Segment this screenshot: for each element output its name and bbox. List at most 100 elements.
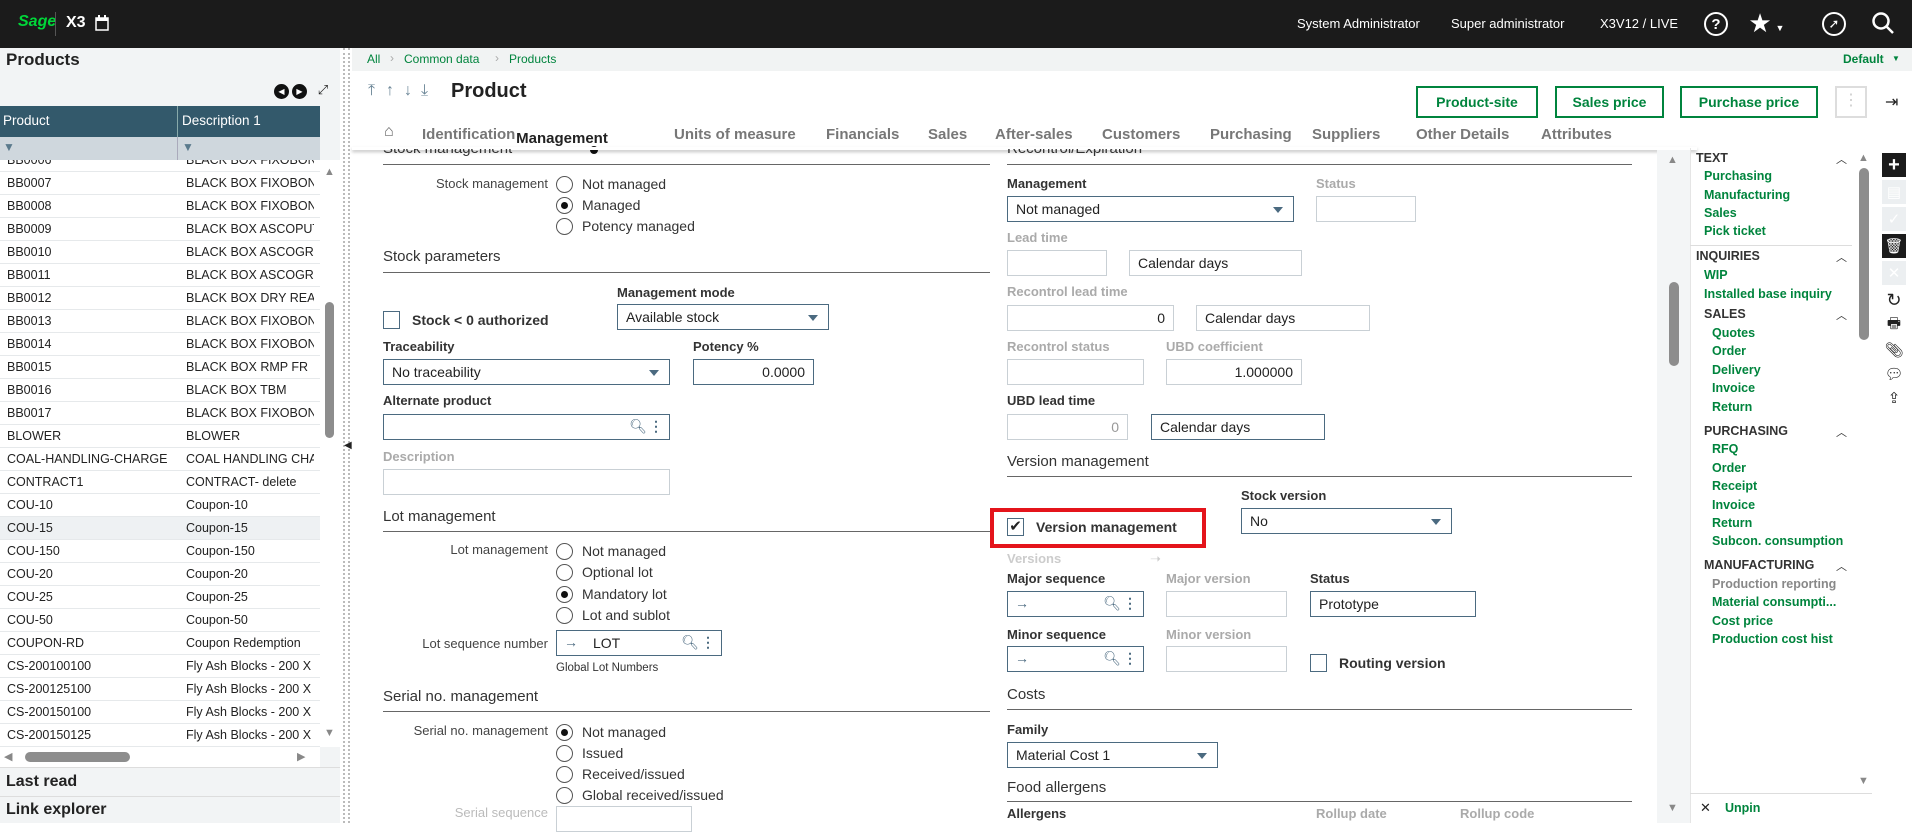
table-row[interactable]: BB0011 BLACK BOX ASCOGROUT (0, 264, 320, 287)
tab-identification[interactable]: Identification (422, 126, 515, 143)
table-row[interactable]: COAL-HANDLING-CHARGE COAL HANDLING CHARGE (0, 448, 320, 471)
scrollbar-thumb[interactable] (1669, 282, 1679, 366)
version-status-input[interactable]: Prototype (1310, 591, 1476, 617)
more-actions-button[interactable]: ⋮ (1835, 86, 1867, 118)
arrow-right-icon[interactable]: → (1015, 650, 1029, 666)
side-panel-link[interactable]: Order (1712, 344, 1746, 358)
help-icon[interactable]: ? (1704, 12, 1728, 36)
routing-version-checkbox[interactable] (1310, 654, 1327, 672)
radio-button[interactable] (556, 197, 573, 214)
radio-label[interactable]: Not managed (582, 176, 666, 192)
column-header-description[interactable]: Description 1 (182, 113, 261, 128)
table-row[interactable]: BB0007 BLACK BOX FIXOBOND (0, 172, 320, 195)
table-row[interactable]: COU-25 Coupon-25 (0, 586, 320, 609)
product-site-button[interactable]: Product-site (1416, 86, 1538, 118)
table-row[interactable]: BB0016 BLACK BOX TBM (0, 379, 320, 402)
side-panel-link[interactable]: Production cost hist (1712, 632, 1833, 646)
scroll-up-icon[interactable]: ▲ (1858, 152, 1869, 164)
recontrol-status-input[interactable] (1007, 359, 1144, 385)
table-row[interactable]: BB0014 BLACK BOX FIXOBOND (0, 333, 320, 356)
table-row[interactable]: CS-200150100 Fly Ash Blocks - 200 X 1 (0, 701, 320, 724)
side-panel-link[interactable]: Invoice (1712, 381, 1755, 395)
breadcrumb-common-data[interactable]: Common data (404, 52, 479, 66)
breadcrumb-all[interactable]: All (367, 52, 380, 66)
potency-input[interactable]: 0.0000 (693, 359, 814, 385)
recontrol-lead-time-input[interactable]: 0 (1007, 305, 1174, 331)
table-row[interactable]: COU-10 Coupon-10 (0, 494, 320, 517)
form-scrollbar[interactable]: ▲ ▼ (1657, 150, 1690, 823)
filter-icon[interactable]: ▼ (182, 140, 194, 154)
first-record-icon[interactable]: ⤒ (368, 82, 375, 100)
tab-after-sales[interactable]: After-sales (995, 126, 1073, 143)
side-section-header[interactable]: PURCHASING (1704, 424, 1788, 438)
side-panel-link[interactable]: Receipt (1712, 479, 1757, 493)
table-row[interactable]: BB0017 BLACK BOX FIXOBOND (0, 402, 320, 425)
table-row[interactable]: COU-50 Coupon-50 (0, 609, 320, 632)
scroll-up-icon[interactable]: ▲ (324, 166, 335, 178)
tab-units-of-measure[interactable]: Units of measure (674, 126, 796, 143)
radio-label[interactable]: Managed (582, 197, 640, 213)
scrollbar-thumb[interactable] (1859, 168, 1869, 340)
side-panel-link[interactable]: Return (1712, 516, 1752, 530)
radio-label[interactable]: Received/issued (582, 766, 685, 782)
scrollbar-thumb[interactable] (325, 302, 334, 438)
tab-suppliers[interactable]: Suppliers (1312, 126, 1380, 143)
table-row[interactable]: BB0008 BLACK BOX FIXOBOND (0, 195, 320, 218)
scroll-down-icon[interactable]: ▼ (1858, 775, 1869, 787)
search-icon[interactable]: 🔍︎ (681, 634, 699, 651)
compass-icon[interactable]: ➚ (1822, 12, 1846, 36)
radio-button[interactable] (556, 586, 573, 603)
close-icon[interactable]: ✕ (1882, 261, 1906, 285)
table-row[interactable]: COUPON-RD Coupon Redemption (0, 632, 320, 655)
last-record-icon[interactable]: ⤓ (421, 82, 428, 100)
sales-price-button[interactable]: Sales price (1555, 86, 1664, 118)
cost-family-select[interactable]: Material Cost 1 (1007, 742, 1218, 768)
chevron-up-icon[interactable]: ︿ (1836, 151, 1847, 167)
radio-label[interactable]: Not managed (582, 543, 666, 559)
lot-sequence-input[interactable]: → LOT 🔍︎ ⋮ (556, 630, 722, 656)
chevron-up-icon[interactable]: ︿ (1836, 307, 1847, 323)
user-name[interactable]: System Administrator (1297, 16, 1420, 31)
exit-icon[interactable]: ⇥ (1885, 92, 1898, 112)
radio-button[interactable] (556, 607, 573, 624)
scroll-left-icon[interactable]: ◀ (4, 750, 12, 763)
tab-purchasing[interactable]: Purchasing (1210, 126, 1292, 143)
side-section-header[interactable]: SALES (1704, 307, 1746, 321)
table-row[interactable]: CS-200125100 Fly Ash Blocks - 200 X 1 (0, 678, 320, 701)
tab-attributes[interactable]: Attributes (1541, 126, 1612, 143)
radio-label[interactable]: Potency managed (582, 218, 695, 234)
lead-time-unit[interactable]: Calendar days (1129, 250, 1302, 276)
radio-label[interactable]: Not managed (582, 724, 666, 740)
add-icon[interactable]: + (1882, 153, 1906, 177)
radio-button[interactable] (556, 787, 573, 804)
vertical-scrollbar[interactable]: ▲ ▼ (320, 160, 340, 747)
side-panel-link[interactable]: Return (1712, 400, 1752, 414)
side-section-header[interactable]: INQUIRIES (1696, 249, 1760, 263)
radio-button[interactable] (556, 766, 573, 783)
side-section-header[interactable]: MANUFACTURING (1704, 558, 1814, 572)
radio-button[interactable] (556, 724, 573, 741)
table-row[interactable]: CONTRACT1 CONTRACT- delete (0, 471, 320, 494)
tab-sales[interactable]: Sales (928, 126, 967, 143)
lead-time-input[interactable] (1007, 250, 1107, 276)
panel-splitter[interactable] (343, 48, 350, 823)
filter-icon[interactable]: ▼ (3, 140, 15, 154)
description-input[interactable] (383, 469, 670, 495)
side-panel-link[interactable]: Subcon. consumption (1712, 534, 1843, 548)
chevron-up-icon[interactable]: ︿ (1836, 249, 1847, 265)
radio-label[interactable]: Global received/issued (582, 787, 724, 803)
save-icon[interactable]: ▤ (1882, 180, 1906, 204)
comment-icon[interactable]: 💬︎ (1882, 362, 1906, 386)
ubd-lead-time-input[interactable]: 0 (1007, 414, 1128, 440)
ubd-coefficient-input[interactable]: 1.000000 (1166, 359, 1302, 385)
more-icon[interactable]: ⋮ (1123, 650, 1137, 667)
side-panel-link[interactable]: WIP (1704, 268, 1728, 282)
arrow-right-icon[interactable]: → (1015, 595, 1029, 611)
recontrol-management-select[interactable]: Not managed (1007, 196, 1294, 222)
view-selector[interactable]: Default (1843, 52, 1884, 66)
search-icon[interactable] (1870, 10, 1896, 36)
previous-record-icon[interactable]: ↑ (386, 82, 394, 100)
recontrol-lead-time-unit[interactable]: Calendar days (1196, 305, 1370, 331)
search-icon[interactable]: 🔍︎ (1103, 650, 1121, 667)
unpin-icon[interactable]: ✕ (1700, 800, 1711, 816)
